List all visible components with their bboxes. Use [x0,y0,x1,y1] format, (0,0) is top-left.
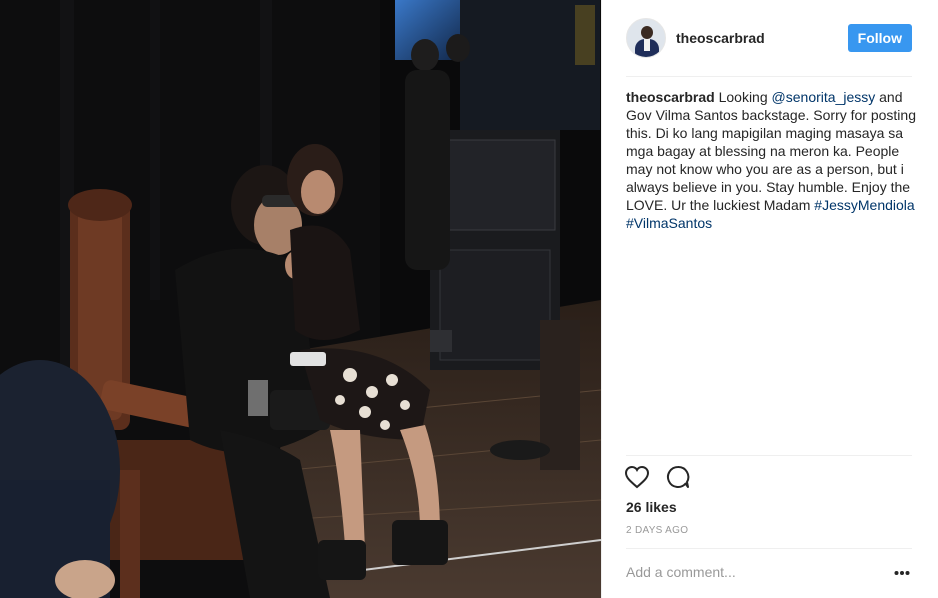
hashtag-link-vilmasantos[interactable]: #VilmaSantos [626,215,712,231]
actions-divider [626,455,912,456]
post-actions [624,465,690,494]
caption-username[interactable]: theoscarbrad [626,89,715,105]
post-timestamp[interactable]: 2 DAYS AGO [626,525,688,536]
comment-input[interactable]: Add a comment... [626,564,866,580]
post-caption: theoscarbrad Looking @senorita_jessy and… [626,88,916,232]
post-header: theoscarbrad Follow [626,18,912,58]
likes-count[interactable]: 26 likes [626,499,677,515]
post-photo[interactable] [0,0,601,598]
caption-text-1: Looking [714,89,772,105]
mention-link[interactable]: @senorita_jessy [772,89,876,105]
heart-icon[interactable] [624,465,650,494]
follow-button[interactable]: Follow [847,24,912,52]
comment-divider [626,548,912,549]
instagram-post: theoscarbrad Follow theoscarbrad Looking… [0,0,938,598]
username[interactable]: theoscarbrad [676,30,765,46]
backstage-photo-image [0,0,601,598]
more-options-icon[interactable] [894,566,910,580]
comment-icon[interactable] [666,465,690,494]
hashtag-link-jessymendiola[interactable]: #JessyMendiola [814,197,914,213]
caption-text-2: and Gov Vilma Santos backstage. Sorry fo… [626,89,916,213]
header-divider [626,76,912,77]
avatar[interactable] [626,18,666,58]
post-sidebar: theoscarbrad Follow theoscarbrad Looking… [601,0,938,598]
